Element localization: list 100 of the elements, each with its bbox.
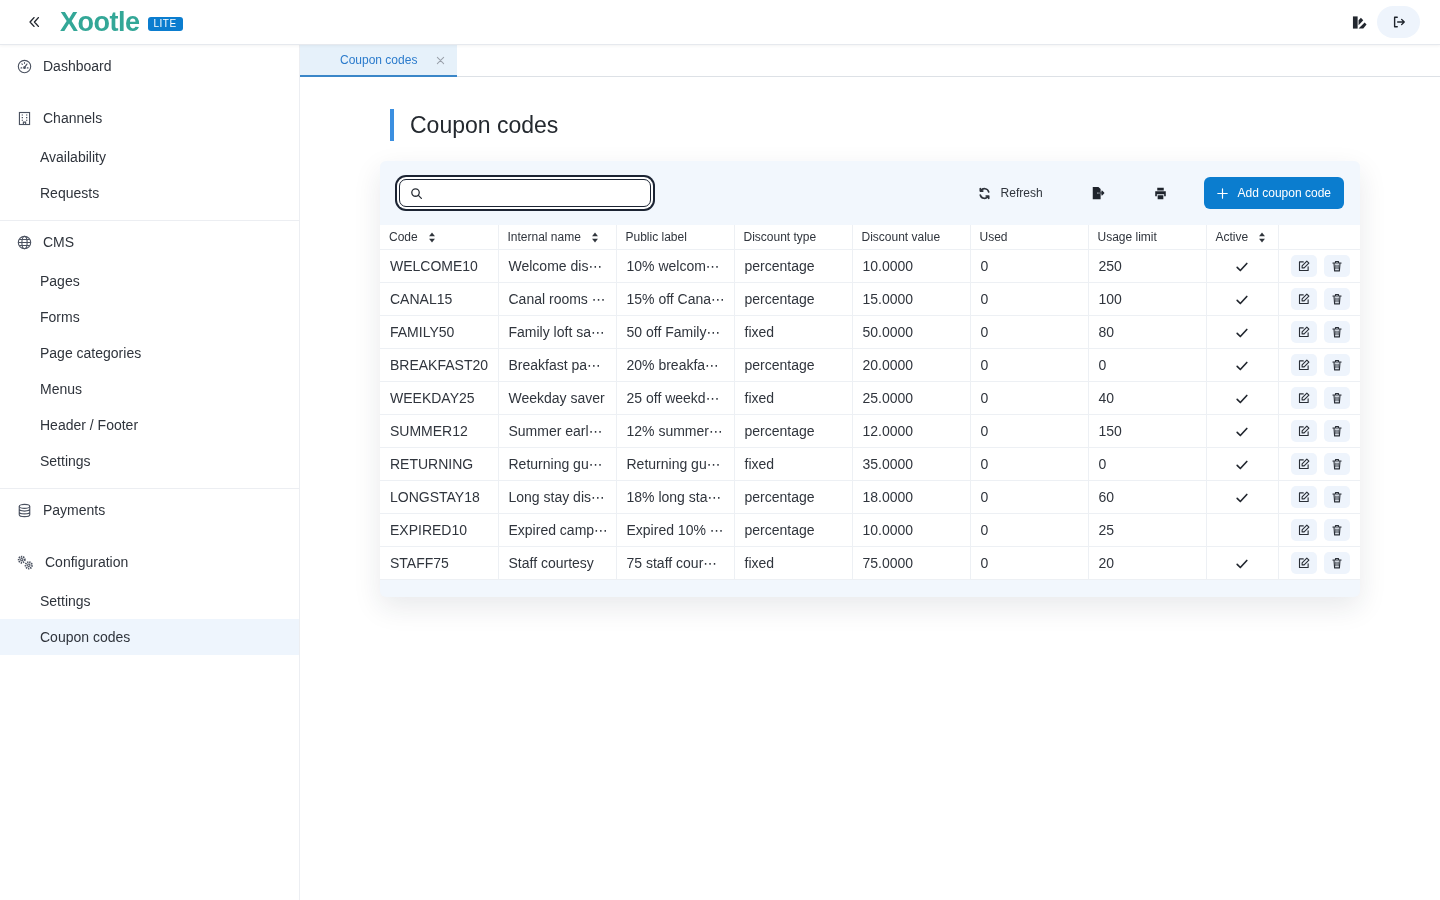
table-cell: 0 — [980, 357, 989, 373]
table-cell: Summer earl⋯ — [508, 423, 603, 439]
table-cell: CANAL15 — [390, 291, 453, 307]
tab[interactable]: Coupon codes — [300, 45, 458, 77]
nav-item[interactable]: Configuration — [0, 541, 299, 583]
sort-icon[interactable] — [590, 231, 599, 243]
sort-icon[interactable] — [1258, 231, 1267, 243]
logout-icon — [1391, 15, 1406, 29]
table-cell: percentage — [744, 489, 815, 505]
table-cell: Canal rooms ⋯ — [508, 291, 606, 307]
delete-button[interactable] — [1323, 255, 1350, 277]
nav-item[interactable]: Availability — [0, 139, 299, 175]
printer-icon — [1154, 186, 1168, 200]
edit-button[interactable] — [1290, 420, 1317, 442]
column-header: Public label — [625, 230, 687, 244]
globe-icon — [17, 234, 32, 250]
edit-icon — [1297, 458, 1310, 470]
table-cell: 50 off Family⋯ — [626, 324, 721, 340]
nav-item[interactable]: Menus — [0, 371, 299, 407]
table-cell: 25 off weekd⋯ — [626, 390, 720, 406]
nav-item[interactable]: CMS — [0, 221, 299, 263]
edit-button[interactable] — [1290, 486, 1317, 508]
table-cell: Returning gu⋯ — [626, 456, 721, 472]
table-cell: 0 — [980, 522, 989, 538]
nav-item[interactable]: Settings — [0, 443, 299, 479]
table-cell: 15.0000 — [862, 291, 914, 307]
nav-item[interactable]: Channels — [0, 97, 299, 139]
table-cell: 25 — [1098, 522, 1115, 538]
table-cell: fixed — [744, 390, 775, 406]
table-cell: fixed — [744, 456, 775, 472]
trash-icon — [1330, 293, 1343, 305]
table-cell: 0 — [980, 489, 989, 505]
table-cell: 0 — [980, 390, 989, 406]
edit-button[interactable] — [1290, 354, 1317, 376]
column-header: Used — [979, 230, 1008, 244]
nav-item[interactable]: Dashboard — [0, 45, 299, 87]
table-cell: Expired camp⋯ — [508, 522, 609, 538]
table-cell: percentage — [744, 522, 815, 538]
table-cell: percentage — [744, 357, 815, 373]
table-cell: BREAKFAST20 — [390, 357, 489, 373]
nav-item[interactable]: Settings — [0, 583, 299, 619]
edit-button[interactable] — [1290, 552, 1317, 574]
delete-button[interactable] — [1323, 486, 1350, 508]
table-cell: 20.0000 — [862, 357, 914, 373]
trash-icon — [1330, 491, 1343, 503]
edit-button[interactable] — [1290, 519, 1317, 541]
table-cell: LONGSTAY18 — [390, 489, 480, 505]
table-cell: SUMMER12 — [390, 423, 468, 439]
delete-button[interactable] — [1323, 387, 1350, 409]
search-icon — [410, 186, 423, 200]
sort-icon[interactable] — [427, 231, 436, 243]
nav-item[interactable]: Page categories — [0, 335, 299, 371]
trash-icon — [1330, 557, 1343, 569]
table-cell: WELCOME10 — [390, 258, 478, 274]
table-cell: fixed — [744, 555, 775, 571]
trash-icon — [1330, 359, 1343, 371]
table-cell: 250 — [1098, 258, 1122, 274]
edit-icon — [1297, 491, 1310, 503]
delete-button[interactable] — [1323, 321, 1350, 343]
column-header: Discount type — [743, 230, 817, 244]
table-cell: 20 — [1098, 555, 1115, 571]
edit-button[interactable] — [1290, 288, 1317, 310]
delete-button[interactable] — [1323, 288, 1350, 310]
table-cell: 0 — [980, 456, 989, 472]
delete-button[interactable] — [1323, 453, 1350, 475]
delete-button[interactable] — [1323, 552, 1350, 574]
table-cell: percentage — [744, 258, 815, 274]
nav-item[interactable]: Header / Footer — [0, 407, 299, 443]
gears-icon — [17, 554, 34, 570]
edit-button[interactable] — [1290, 321, 1317, 343]
nav-item[interactable]: Requests — [0, 175, 299, 211]
edit-button[interactable] — [1290, 387, 1317, 409]
table-cell: 40 — [1098, 390, 1115, 406]
nav-item[interactable]: Pages — [0, 263, 299, 299]
nav-item[interactable]: Payments — [0, 489, 299, 531]
table-cell: 0 — [1098, 456, 1107, 472]
edit-icon — [1297, 326, 1310, 338]
table-cell: 80 — [1098, 324, 1115, 340]
edit-icon — [1297, 392, 1310, 404]
delete-button[interactable] — [1323, 519, 1350, 541]
nav-item[interactable]: Forms — [0, 299, 299, 335]
column-header: Code — [389, 230, 418, 244]
refresh-icon — [977, 186, 991, 200]
logout-button[interactable] — [1377, 6, 1420, 38]
delete-button[interactable] — [1323, 354, 1350, 376]
refresh-button[interactable]: Refresh — [965, 177, 1055, 209]
edit-button[interactable] — [1290, 453, 1317, 475]
delete-button[interactable] — [1323, 420, 1350, 442]
table-cell: 25.0000 — [862, 390, 914, 406]
add-coupon-code-button[interactable]: Add coupon code — [1203, 177, 1344, 209]
table-cell: 100 — [1098, 291, 1122, 307]
trash-icon — [1330, 260, 1343, 272]
column-header: Internal name — [507, 230, 581, 244]
table-cell: Long stay dis⋯ — [508, 489, 605, 505]
table-cell: 20% breakfa⋯ — [626, 357, 720, 373]
double-chevron-left-icon — [27, 15, 41, 29]
edit-button[interactable] — [1290, 255, 1317, 277]
table-cell: Welcome dis⋯ — [508, 258, 603, 274]
nav-item[interactable]: Coupon codes — [0, 619, 299, 655]
table-cell: 35.0000 — [862, 456, 914, 472]
